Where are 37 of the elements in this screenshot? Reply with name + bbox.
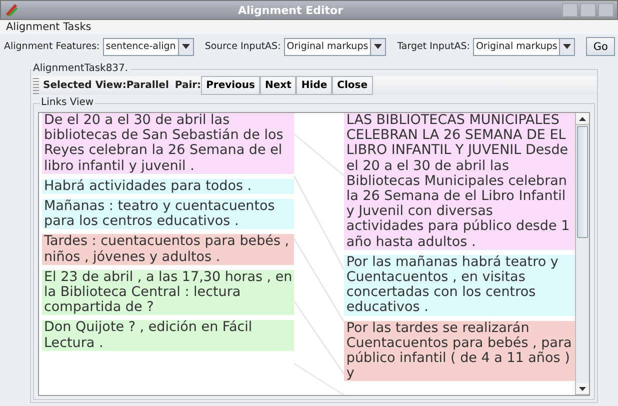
caret-icon bbox=[374, 44, 382, 49]
go-button[interactable]: Go bbox=[586, 37, 615, 56]
source-label: Source InputAS: bbox=[204, 41, 281, 52]
sentence-segment[interactable]: Por las tardes se realizarán Cuentacuentos para bebés , para público infantil ( de 4 a 11 años ) y bbox=[344, 320, 576, 382]
caret-icon bbox=[182, 44, 190, 49]
minimize-button[interactable] bbox=[562, 3, 578, 17]
target-dropdown[interactable]: Original markups bbox=[472, 38, 576, 56]
grip-handle[interactable] bbox=[33, 78, 39, 94]
sentence-segment[interactable]: De el 20 a el 30 de abril las bibliotecas de San Sebastián de los Reyes celebran la 26 Semana de el libro infantil y juvenil . bbox=[42, 113, 294, 174]
scroll-up-icon[interactable] bbox=[579, 116, 586, 120]
menu-item[interactable]: Alignment Tasks bbox=[6, 21, 92, 33]
sentence-segment[interactable]: LAS BIBLIOTECAS MUNICIPALES CELEBRAN LA 26 SEMANA DE EL LIBRO INFANTIL Y JUVENIL Desde el 20 a el 30 de abril las Bibliotecas Municipales celebran la 26 Semana de el Libro Infantil y Juvenil con diversas actividades para público desde 1 año hasta adultos . bbox=[344, 113, 576, 250]
pair-label: Pair: bbox=[174, 80, 202, 91]
features-dropdown[interactable]: sentence-align bbox=[102, 38, 194, 56]
sentence-segment[interactable]: Por las mañanas habrá teatro y Cuentacuentos , en visitas concertadas con los centros educativos . bbox=[344, 254, 576, 316]
pair-button[interactable]: Close bbox=[332, 76, 373, 95]
pair-button[interactable]: Previous bbox=[201, 76, 260, 95]
pair-button[interactable]: Hide bbox=[296, 76, 332, 95]
sentence-segment[interactable]: Don Quijote ? , edición en Fácil Lectura . bbox=[42, 320, 294, 351]
view-label: Selected View:Parallel bbox=[43, 80, 169, 91]
caret-icon bbox=[563, 44, 572, 49]
window-title: Alignment Editor bbox=[237, 4, 344, 16]
scroll-down-icon[interactable] bbox=[579, 386, 586, 390]
pair-button[interactable]: Next bbox=[260, 76, 296, 95]
sentence-segment[interactable]: Tardes : cuentacuentos para bebés , niños , jóvenes y adultos . bbox=[42, 234, 294, 265]
links-view-title: Links View bbox=[40, 97, 95, 108]
target-label: Target InputAS: bbox=[397, 41, 470, 52]
app-icon bbox=[5, 3, 19, 17]
close-button[interactable] bbox=[598, 3, 614, 17]
task-title: AlignmentTask837. bbox=[31, 63, 130, 74]
scrollbar[interactable] bbox=[575, 113, 589, 395]
sentence-segment[interactable]: El 23 de abril , a las 17,30 horas , en la Biblioteca Central : lectura compartida de ? bbox=[42, 270, 294, 316]
sentence-segment[interactable]: Mañanas : teatro y cuentacuentos para los centros educativos . bbox=[42, 199, 294, 230]
sentence-segment[interactable]: Habrá actividades para todos . bbox=[42, 178, 294, 194]
maximize-button[interactable] bbox=[580, 3, 596, 17]
features-label: Alignment Features: bbox=[4, 41, 100, 52]
source-dropdown[interactable]: Original markups bbox=[284, 38, 386, 56]
